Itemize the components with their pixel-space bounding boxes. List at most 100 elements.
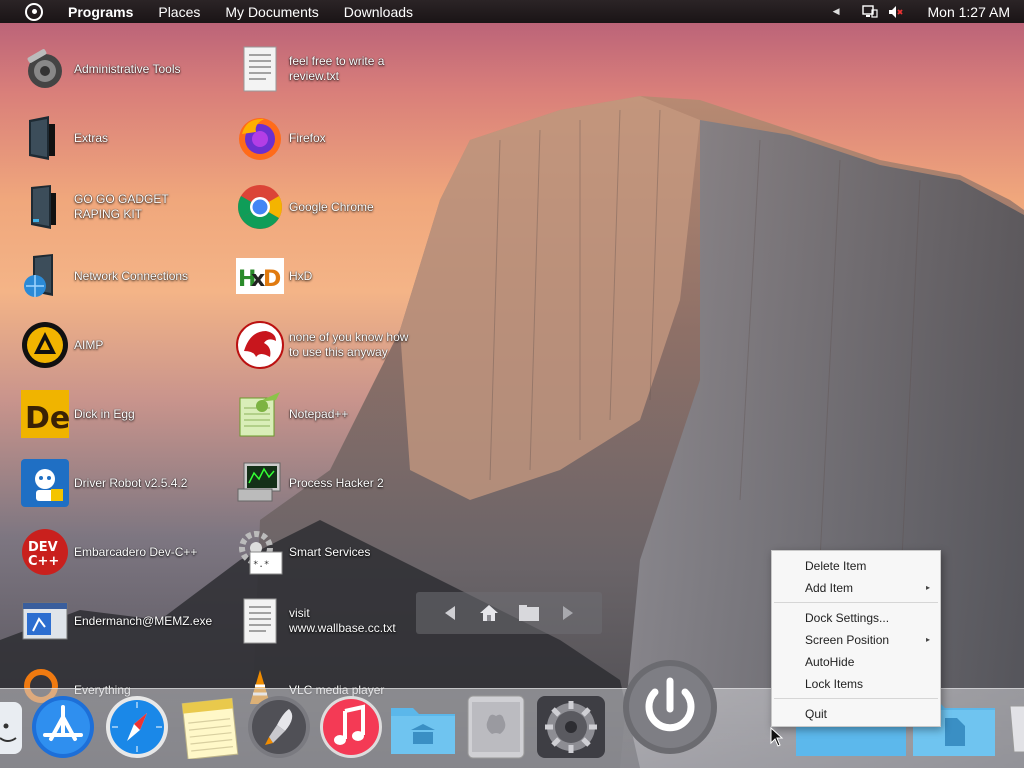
desktop-icon-label: Network Connections bbox=[74, 268, 189, 283]
desktop-icon-label: visit www.wallbase.cc.txt bbox=[289, 606, 396, 635]
desktop-icon-notepadpp[interactable]: Notepad++ bbox=[236, 390, 419, 438]
context-menu-item-autohide[interactable]: AutoHide bbox=[772, 651, 940, 673]
desktop-icon-label: GO GO GADGET RAPING KIT bbox=[74, 192, 169, 221]
back-arrow-icon[interactable] bbox=[439, 602, 461, 624]
desktop-icon-administrative-tools[interactable]: Administrative Tools bbox=[21, 45, 204, 93]
desktop-icon-extras[interactable]: Extras bbox=[21, 114, 204, 162]
desktop-icon-driver-robot[interactable]: Driver Robot v2.5.4.2 bbox=[21, 459, 204, 507]
svg-text:*.*: *.* bbox=[253, 560, 269, 570]
menu-separator bbox=[774, 602, 938, 603]
hxd-icon: HxD bbox=[236, 252, 284, 300]
firefox-icon bbox=[236, 114, 284, 162]
mac-pro-icon[interactable] bbox=[462, 693, 530, 761]
de-icon: De bbox=[21, 390, 69, 438]
network-tray-icon[interactable] bbox=[861, 4, 878, 19]
desktop-icon-label: HxD bbox=[289, 268, 313, 283]
desktop-icon-label: Firefox bbox=[289, 130, 326, 145]
desktop-icon-label: AIMP bbox=[74, 337, 104, 352]
text-file-icon bbox=[236, 597, 284, 645]
menu-item-label: Dock Settings... bbox=[805, 611, 890, 625]
desktop-icon-label: none of you know how to use this anyway bbox=[289, 330, 409, 359]
context-menu-item-lock-items[interactable]: Lock Items bbox=[772, 673, 940, 695]
desktop-icon-label: Dick in Egg bbox=[74, 406, 135, 421]
submenu-arrow-icon: ▸ bbox=[925, 583, 930, 592]
desktop-icon-aimp[interactable]: AIMP bbox=[21, 321, 204, 369]
admin-tools-icon bbox=[21, 45, 69, 93]
desktop-icon-dick-in-egg[interactable]: De Dick in Egg bbox=[21, 390, 204, 438]
finder-icon[interactable] bbox=[0, 697, 24, 759]
menu-programs[interactable]: Programs bbox=[68, 4, 133, 20]
context-menu-item-dock-settings[interactable]: Dock Settings... bbox=[772, 607, 940, 629]
desktop-icon-label: Google Chrome bbox=[289, 199, 374, 214]
menu-item-label: Lock Items bbox=[805, 677, 864, 691]
itunes-icon[interactable] bbox=[318, 694, 384, 760]
desktop-icon-network-connections[interactable]: Network Connections bbox=[21, 252, 204, 300]
text-file-icon bbox=[236, 45, 284, 93]
desktop-icon-label: Endermanch@MEMZ.exe bbox=[74, 613, 213, 628]
clock[interactable]: Mon 1:27 AM bbox=[928, 4, 1011, 20]
desktop-icon-label: Driver Robot v2.5.4.2 bbox=[74, 475, 188, 490]
desktop-icon-wallbase-txt[interactable]: visit www.wallbase.cc.txt bbox=[236, 597, 419, 645]
dragon-icon bbox=[236, 321, 284, 369]
desktop-icon-label: Process Hacker 2 bbox=[289, 475, 384, 490]
system-preferences-icon[interactable] bbox=[534, 693, 608, 761]
desktop-icon-label: Notepad++ bbox=[289, 406, 349, 421]
network-icon bbox=[21, 252, 69, 300]
desktop-icon-label: feel free to write a review.txt bbox=[289, 54, 385, 83]
menu-item-label: Quit bbox=[805, 707, 828, 721]
notes-icon[interactable] bbox=[176, 694, 242, 760]
start-menu-icon[interactable] bbox=[25, 2, 43, 21]
launchpad-icon[interactable] bbox=[246, 694, 312, 760]
desktop-icon-chrome[interactable]: Google Chrome bbox=[236, 183, 419, 231]
aimp-icon bbox=[21, 321, 69, 369]
menu-downloads[interactable]: Downloads bbox=[344, 4, 413, 20]
desktop-icon-label: Extras bbox=[74, 130, 109, 145]
safari-icon[interactable] bbox=[104, 694, 170, 760]
menu-places[interactable]: Places bbox=[158, 4, 200, 20]
desktop-icon-dragon[interactable]: none of you know how to use this anyway bbox=[236, 321, 419, 369]
desktop-icon-memz[interactable]: Endermanch@MEMZ.exe bbox=[21, 597, 213, 645]
home-icon[interactable] bbox=[478, 602, 500, 624]
svg-text:De: De bbox=[25, 401, 69, 436]
tray-expand-icon[interactable]: ◀ bbox=[833, 6, 840, 17]
desktop-icon-go-go-gadget[interactable]: GO GO GADGET RAPING KIT bbox=[21, 183, 204, 231]
notepadpp-icon bbox=[236, 390, 284, 438]
desktop-icon-firefox[interactable]: Firefox bbox=[236, 114, 419, 162]
svg-text:D: D bbox=[263, 267, 281, 292]
exe-icon bbox=[21, 597, 69, 645]
desktop-icon-devcpp[interactable]: DEV C++ Embarcadero Dev-C++ bbox=[21, 528, 204, 576]
top-menu-bar: Programs Places My Documents Downloads ◀… bbox=[0, 0, 1024, 23]
desktop-icon-hxd[interactable]: HxD HxD bbox=[236, 252, 419, 300]
trash-icon[interactable] bbox=[1004, 695, 1024, 757]
power-icon[interactable] bbox=[620, 657, 720, 757]
mouse-cursor-icon bbox=[770, 726, 784, 751]
menu-my-documents[interactable]: My Documents bbox=[225, 4, 318, 20]
navigation-widget bbox=[416, 592, 602, 634]
desktop-icon-smart-services[interactable]: *.* Smart Services bbox=[236, 528, 419, 576]
app-store-icon[interactable] bbox=[30, 694, 96, 760]
desktop-icon-process-hacker[interactable]: Process Hacker 2 bbox=[236, 459, 419, 507]
desktop-icon-label: Smart Services bbox=[289, 544, 371, 559]
volume-muted-icon[interactable] bbox=[888, 5, 904, 19]
svg-text:DEV: DEV bbox=[28, 540, 58, 555]
desktop-icon-review-txt[interactable]: feel free to write a review.txt bbox=[236, 45, 419, 93]
svg-text:C++: C++ bbox=[28, 554, 59, 569]
gear-icon: *.* bbox=[236, 528, 284, 576]
folder-icon bbox=[21, 114, 69, 162]
library-folder-icon[interactable] bbox=[388, 699, 458, 757]
chrome-icon bbox=[236, 183, 284, 231]
context-menu-item-screen-position[interactable]: Screen Position ▸ bbox=[772, 629, 940, 651]
menu-item-label: AutoHide bbox=[805, 655, 855, 669]
context-menu-item-quit[interactable]: Quit bbox=[772, 703, 940, 725]
desktop-icon-label: Embarcadero Dev-C++ bbox=[74, 544, 198, 559]
dock-context-menu: Delete Item Add Item ▸ Dock Settings... S… bbox=[771, 550, 941, 727]
devcpp-icon: DEV C++ bbox=[21, 528, 69, 576]
folder-view-icon[interactable] bbox=[518, 602, 540, 624]
submenu-arrow-icon: ▸ bbox=[925, 635, 930, 644]
forward-arrow-icon[interactable] bbox=[557, 602, 579, 624]
menu-item-label: Add Item bbox=[805, 581, 854, 595]
driver-robot-icon bbox=[21, 459, 69, 507]
context-menu-item-delete-item[interactable]: Delete Item bbox=[772, 555, 940, 577]
context-menu-item-add-item[interactable]: Add Item ▸ bbox=[772, 577, 940, 599]
menu-item-label: Delete Item bbox=[805, 559, 867, 573]
